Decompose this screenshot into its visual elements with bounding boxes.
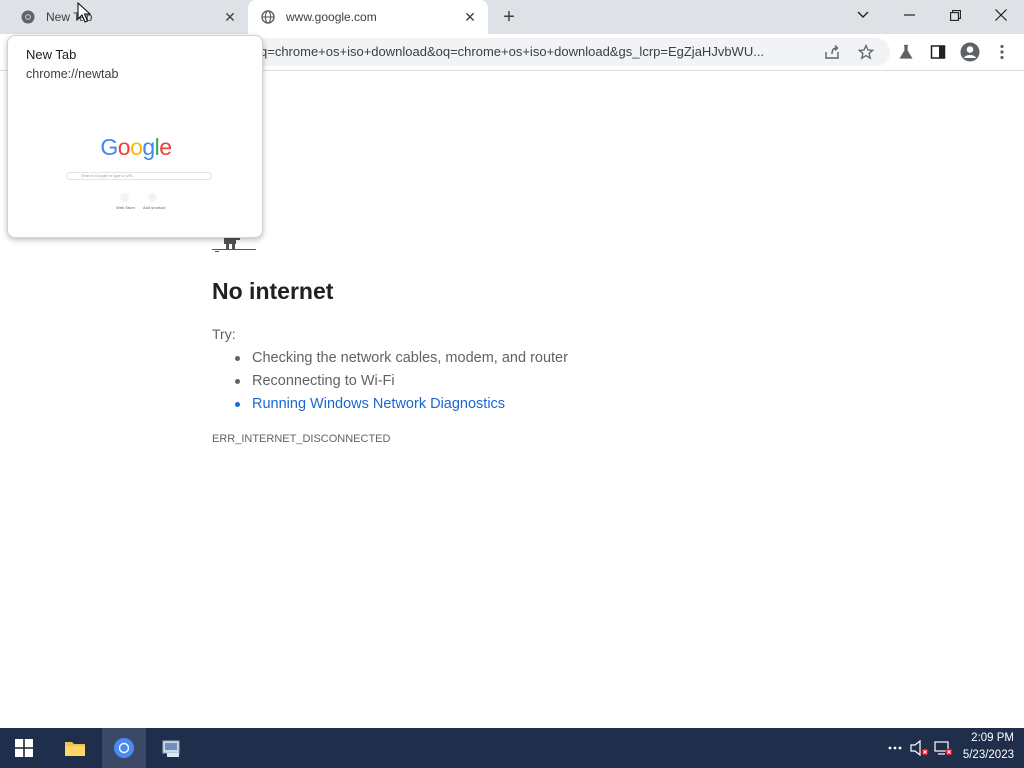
more-menu-icon[interactable] (990, 40, 1014, 64)
start-icon (15, 739, 33, 757)
chrome-icon (114, 738, 134, 758)
tray-volume[interactable] (910, 728, 930, 768)
overflow-icon (888, 746, 902, 750)
chrome-icon (20, 9, 36, 25)
taskbar-network-app[interactable] (150, 728, 194, 768)
tab-google[interactable]: www.google.com ✕ (248, 0, 488, 34)
error-code: ERR_INTERNET_DISCONNECTED (212, 433, 391, 445)
globe-icon (260, 9, 276, 25)
tab-strip: New Tab ✕ www.google.com ✕ + (0, 0, 1024, 34)
taskbar-clock[interactable]: 2:09 PM 5/23/2023 (963, 730, 1014, 764)
web-store-shortcut-icon (120, 193, 129, 202)
error-heading: No internet (212, 278, 334, 304)
minimize-button[interactable] (886, 0, 932, 30)
file-explorer-icon (65, 742, 85, 756)
labs-flask-icon[interactable] (894, 40, 918, 64)
tab-title: New Tab (46, 10, 93, 24)
add-shortcut-icon (148, 193, 157, 202)
bookmark-star-icon[interactable] (854, 40, 878, 64)
tab-hover-card: New Tab chrome://newtab Google Search Go… (7, 35, 263, 238)
web-store-shortcut-label: Web Store (116, 205, 135, 210)
suggestion-check-cables: Checking the network cables, modem, and … (212, 347, 568, 370)
close-window-button[interactable] (978, 0, 1024, 30)
network-diagnostics-link[interactable]: Running Windows Network Diagnostics (212, 393, 568, 416)
profile-avatar-icon[interactable] (958, 40, 982, 64)
close-tab-icon[interactable]: ✕ (220, 7, 240, 27)
clock-time: 2:09 PM (971, 732, 1014, 744)
tab-search-button[interactable] (840, 0, 886, 30)
restore-button[interactable] (932, 0, 978, 30)
mouse-cursor-icon (77, 2, 91, 23)
tray-overflow[interactable] (888, 728, 902, 768)
google-logo: Google (100, 134, 172, 160)
hover-card-url: chrome://newtab (26, 67, 119, 81)
close-tab-icon[interactable]: ✕ (460, 7, 480, 27)
taskbar: 2:09 PM 5/23/2023 (0, 728, 1024, 768)
hover-card-preview: Google Search Google or type a URL Web S… (8, 116, 262, 237)
taskbar-chrome[interactable] (102, 728, 146, 768)
preview-search-placeholder: Search Google or type a URL (81, 173, 134, 178)
network-disconnected-icon (934, 741, 953, 756)
add-shortcut-label: Add shortcut (143, 205, 166, 210)
tray-network[interactable] (934, 728, 954, 768)
volume-muted-icon (910, 740, 929, 756)
suggestion-reconnect-wifi: Reconnecting to Wi-Fi (212, 370, 568, 393)
address-bar[interactable]: q=chrome+os+iso+download&oq=chrome+os+is… (250, 38, 890, 66)
hover-card-title: New Tab (26, 47, 77, 62)
try-label: Try: (212, 326, 236, 342)
preview-search-box: Search Google or type a URL (66, 172, 212, 180)
network-app-icon (162, 740, 180, 757)
tab-new-tab[interactable]: New Tab ✕ (8, 0, 248, 34)
taskbar-file-explorer[interactable] (53, 728, 97, 768)
suggestions-list: Checking the network cables, modem, and … (212, 347, 568, 416)
tab-title: www.google.com (286, 10, 377, 24)
clock-date: 5/23/2023 (962, 749, 1014, 761)
start-button[interactable] (2, 728, 46, 768)
share-icon[interactable] (820, 40, 844, 64)
address-bar-url[interactable]: q=chrome+os+iso+download&oq=chrome+os+is… (260, 44, 812, 59)
new-tab-button[interactable]: + (497, 5, 521, 29)
side-panel-icon[interactable] (926, 40, 950, 64)
